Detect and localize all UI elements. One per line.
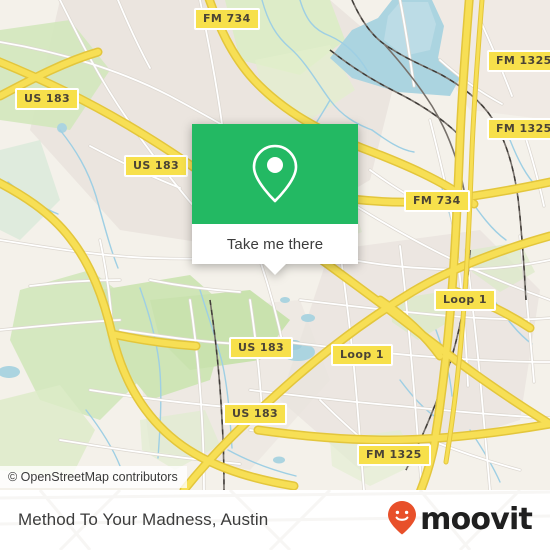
map-attribution[interactable]: © OpenStreetMap contributors — [0, 466, 187, 488]
moovit-map-share-card: FM 734 US 183 FM 1325 FM 1325 US 183 FM 734 Lo… — [0, 0, 550, 550]
road-shield: FM 734 — [404, 190, 470, 212]
moovit-logo[interactable]: moovit — [387, 500, 533, 541]
map-canvas[interactable]: FM 734 US 183 FM 1325 FM 1325 US 183 FM 734 Lo… — [0, 0, 550, 490]
road-shield: US 183 — [124, 155, 189, 177]
popup-action-area[interactable]: Take me there — [192, 224, 358, 275]
road-shield: Loop 1 — [331, 344, 393, 366]
road-shield: US 183 — [229, 337, 294, 359]
popup-pointer-tail — [264, 264, 286, 275]
popup-image-area — [192, 124, 358, 224]
road-shield: Loop 1 — [434, 289, 496, 311]
place-name-title: Method To Your Madness, Austin — [18, 510, 269, 529]
road-shield: FM 1325 — [487, 50, 550, 72]
road-shield: FM 734 — [194, 8, 260, 30]
location-popup-card[interactable]: Take me there — [192, 124, 358, 275]
moovit-wordmark: moovit — [420, 502, 533, 537]
map-pin-icon — [251, 143, 299, 205]
moovit-smiling-pin-icon — [387, 500, 417, 541]
road-shield: FM 1325 — [357, 444, 431, 466]
road-shield: US 183 — [223, 403, 288, 425]
road-shield: US 183 — [15, 88, 80, 110]
footer-bar: Method To Your Madness, Austin moovit — [0, 490, 550, 550]
take-me-there-label: Take me there — [226, 235, 324, 253]
road-shield: FM 1325 — [487, 118, 550, 140]
